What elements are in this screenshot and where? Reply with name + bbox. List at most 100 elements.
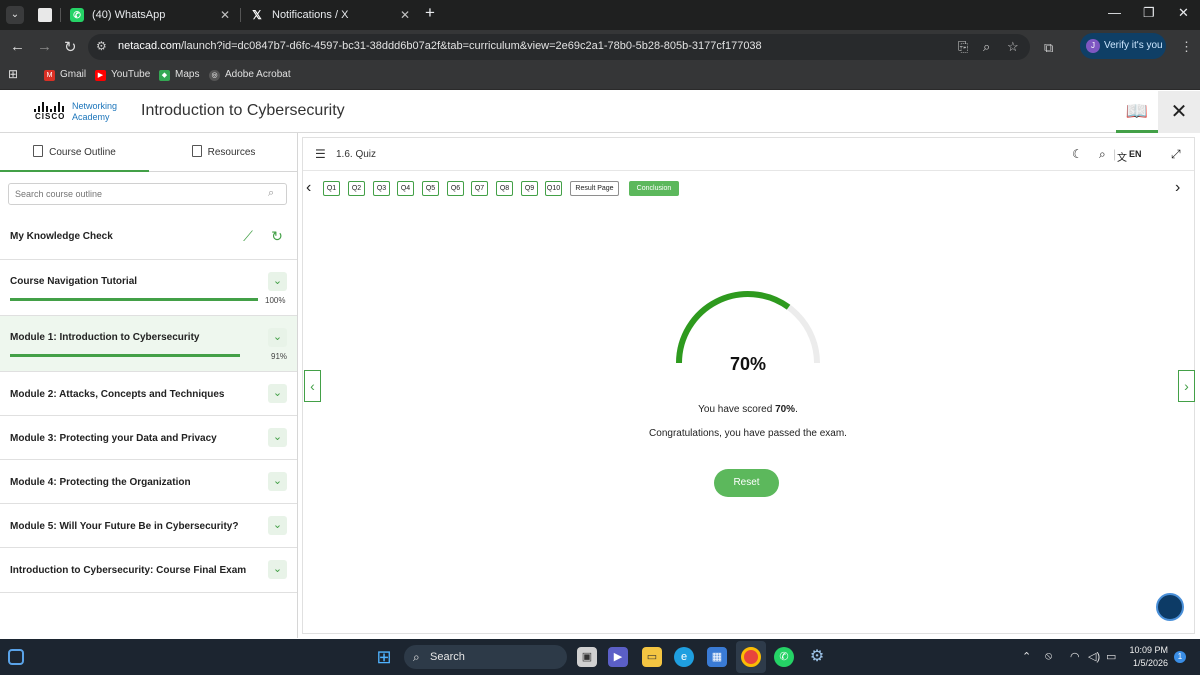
question-button-q1[interactable]: Q1 [323, 181, 340, 196]
score-message-prefix: You have scored [698, 404, 776, 415]
apps-grid-icon[interactable]: ⊞ [8, 67, 18, 81]
search-icon[interactable]: ⌕ [1099, 147, 1106, 162]
chevron-down-icon[interactable]: ⌄ [268, 560, 287, 579]
chevron-down-icon[interactable]: ⌄ [268, 428, 287, 447]
dark-mode-icon[interactable]: ☾ [1072, 147, 1083, 161]
url-host: netacad.com [118, 40, 181, 52]
edge-icon[interactable]: e [674, 647, 694, 667]
search-icon[interactable]: ⌕ [268, 187, 274, 200]
fullscreen-icon[interactable]: ⤢ [1171, 147, 1181, 162]
refresh-icon[interactable]: ↻ [267, 226, 287, 246]
chevron-down-icon[interactable]: ⌄ [268, 516, 287, 535]
zoom-icon[interactable]: ⌕ [983, 39, 990, 55]
module-title: Introduction to Cybersecurity: Course Fi… [10, 565, 247, 576]
outline-icon [33, 145, 44, 157]
question-button-q6[interactable]: Q6 [447, 181, 464, 196]
battery-icon[interactable]: ▭ [1106, 650, 1116, 663]
search-input[interactable] [8, 183, 287, 205]
chevron-left-icon[interactable]: ‹ [306, 179, 311, 197]
browser-menu-icon[interactable]: ⋮ [1180, 39, 1193, 55]
question-button-q2[interactable]: Q2 [348, 181, 365, 196]
minimize-icon[interactable]: — [1108, 5, 1121, 20]
module-row-module-3[interactable]: Module 3: Protecting your Data and Priva… [0, 416, 297, 460]
chat-assistant-icon[interactable] [1156, 593, 1184, 621]
module-row-navigation-tutorial[interactable]: Course Navigation Tutorial ⌄ 100% [0, 260, 297, 316]
language-selector[interactable]: EN [1129, 149, 1142, 159]
translate-icon[interactable]: 文 [1117, 149, 1127, 164]
module-row-final-exam[interactable]: Introduction to Cybersecurity: Course Fi… [0, 548, 297, 593]
verify-profile-button[interactable]: J Verify it's you [1080, 33, 1166, 59]
install-app-icon[interactable]: ⎘ [958, 39, 968, 55]
tab-whatsapp[interactable]: ✆ (40) WhatsApp ✕ [62, 3, 238, 30]
volume-icon[interactable]: ◁) [1088, 650, 1100, 663]
result-page-button[interactable]: Result Page [570, 181, 619, 196]
score-message-suffix: . [795, 404, 798, 415]
question-button-q4[interactable]: Q4 [397, 181, 414, 196]
question-button-q8[interactable]: Q8 [496, 181, 513, 196]
next-page-button[interactable]: › [1178, 370, 1195, 402]
show-hidden-icons[interactable]: ⌃ [1022, 650, 1031, 663]
restore-icon[interactable]: ❐ [1143, 5, 1155, 21]
module-row-module-2[interactable]: Module 2: Attacks, Concepts and Techniqu… [0, 372, 297, 416]
back-icon[interactable]: ← [10, 38, 25, 55]
chrome-icon[interactable] [741, 647, 761, 667]
module-title: Module 5: Will Your Future Be in Cyberse… [10, 521, 239, 532]
teams-icon[interactable]: ▶ [608, 647, 628, 667]
network-off-icon[interactable]: ⦸ [1045, 650, 1052, 663]
bookmark-gmail[interactable]: M Gmail [44, 69, 86, 81]
tab-notifications-x[interactable]: 𝕏 Notifications / X ✕ [242, 3, 418, 30]
bookmark-star-icon[interactable]: ☆ [1007, 39, 1019, 55]
question-button-q9[interactable]: Q9 [521, 181, 538, 196]
widgets-icon[interactable] [8, 649, 24, 665]
close-course-button[interactable]: ✕ [1158, 91, 1200, 133]
chevron-down-icon[interactable]: ⌄ [268, 472, 287, 491]
chevron-down-icon[interactable]: ⌄ [268, 272, 287, 291]
new-tab-icon[interactable]: + [425, 3, 435, 23]
extensions-icon[interactable]: ⧉ [1044, 40, 1053, 56]
windows-start-icon[interactable]: ⊞ [374, 647, 394, 667]
collapse-menu-icon[interactable]: ☰ [315, 147, 326, 161]
chevron-right-icon[interactable]: › [1175, 179, 1180, 197]
notification-badge[interactable]: 1 [1174, 651, 1186, 663]
store-icon[interactable]: ▦ [707, 647, 727, 667]
system-clock[interactable]: 10:09 PM 1/5/2026 [1126, 644, 1168, 670]
chart-icon[interactable]: ⟋ [238, 226, 258, 246]
file-explorer-icon[interactable]: ▭ [642, 647, 662, 667]
previous-page-button[interactable]: ‹ [304, 370, 321, 402]
tab-resources[interactable]: Resources [149, 133, 298, 172]
forward-icon[interactable]: → [37, 38, 52, 55]
module-row-module-5[interactable]: Module 5: Will Your Future Be in Cyberse… [0, 504, 297, 548]
module-row-module-1[interactable]: Module 1: Introduction to Cybersecurity … [0, 316, 297, 372]
module-row-module-4[interactable]: Module 4: Protecting the Organization ⌄ [0, 460, 297, 504]
netacad-tab-favicon[interactable] [38, 8, 52, 22]
chevron-down-icon[interactable]: ⌄ [268, 328, 287, 347]
bookmark-maps[interactable]: ◆ Maps [159, 69, 199, 81]
whatsapp-icon[interactable]: ✆ [774, 647, 794, 667]
question-button-q3[interactable]: Q3 [373, 181, 390, 196]
question-button-q7[interactable]: Q7 [471, 181, 488, 196]
window-close-icon[interactable]: ✕ [1178, 5, 1189, 21]
task-view-icon[interactable]: ▣ [577, 647, 597, 667]
tab-search-icon[interactable]: ⌄ [6, 6, 24, 24]
close-icon[interactable]: ✕ [400, 3, 410, 27]
close-icon[interactable]: ✕ [220, 3, 230, 27]
address-bar[interactable]: ⚙ netacad.com/launch?id=dc0847b7-d6fc-45… [88, 34, 1030, 60]
bookmark-youtube[interactable]: ▶ YouTube [95, 69, 150, 81]
cisco-networking-academy-logo[interactable]: CISCO Networking Academy [34, 100, 124, 124]
site-settings-icon[interactable]: ⚙ [96, 39, 107, 53]
book-icon[interactable]: 📖 [1116, 91, 1158, 133]
wifi-icon[interactable]: ◠ [1070, 650, 1080, 663]
knowledge-check-row[interactable]: My Knowledge Check ⟋ ↻ [0, 214, 297, 260]
tab-course-outline[interactable]: Course Outline [0, 133, 149, 172]
taskbar-search[interactable]: ⌕ Search [404, 645, 567, 669]
url-text[interactable]: netacad.com/launch?id=dc0847b7-d6fc-4597… [118, 40, 762, 52]
course-title: Introduction to Cybersecurity [141, 102, 345, 119]
settings-icon[interactable]: ⚙ [807, 647, 827, 667]
question-button-q10[interactable]: Q10 [545, 181, 562, 196]
bookmark-adobe-acrobat[interactable]: ◎ Adobe Acrobat [209, 69, 291, 81]
reload-icon[interactable]: ↻ [64, 38, 77, 56]
question-button-q5[interactable]: Q5 [422, 181, 439, 196]
conclusion-button[interactable]: Conclusion [629, 181, 679, 196]
reset-button[interactable]: Reset [714, 469, 779, 497]
chevron-down-icon[interactable]: ⌄ [268, 384, 287, 403]
